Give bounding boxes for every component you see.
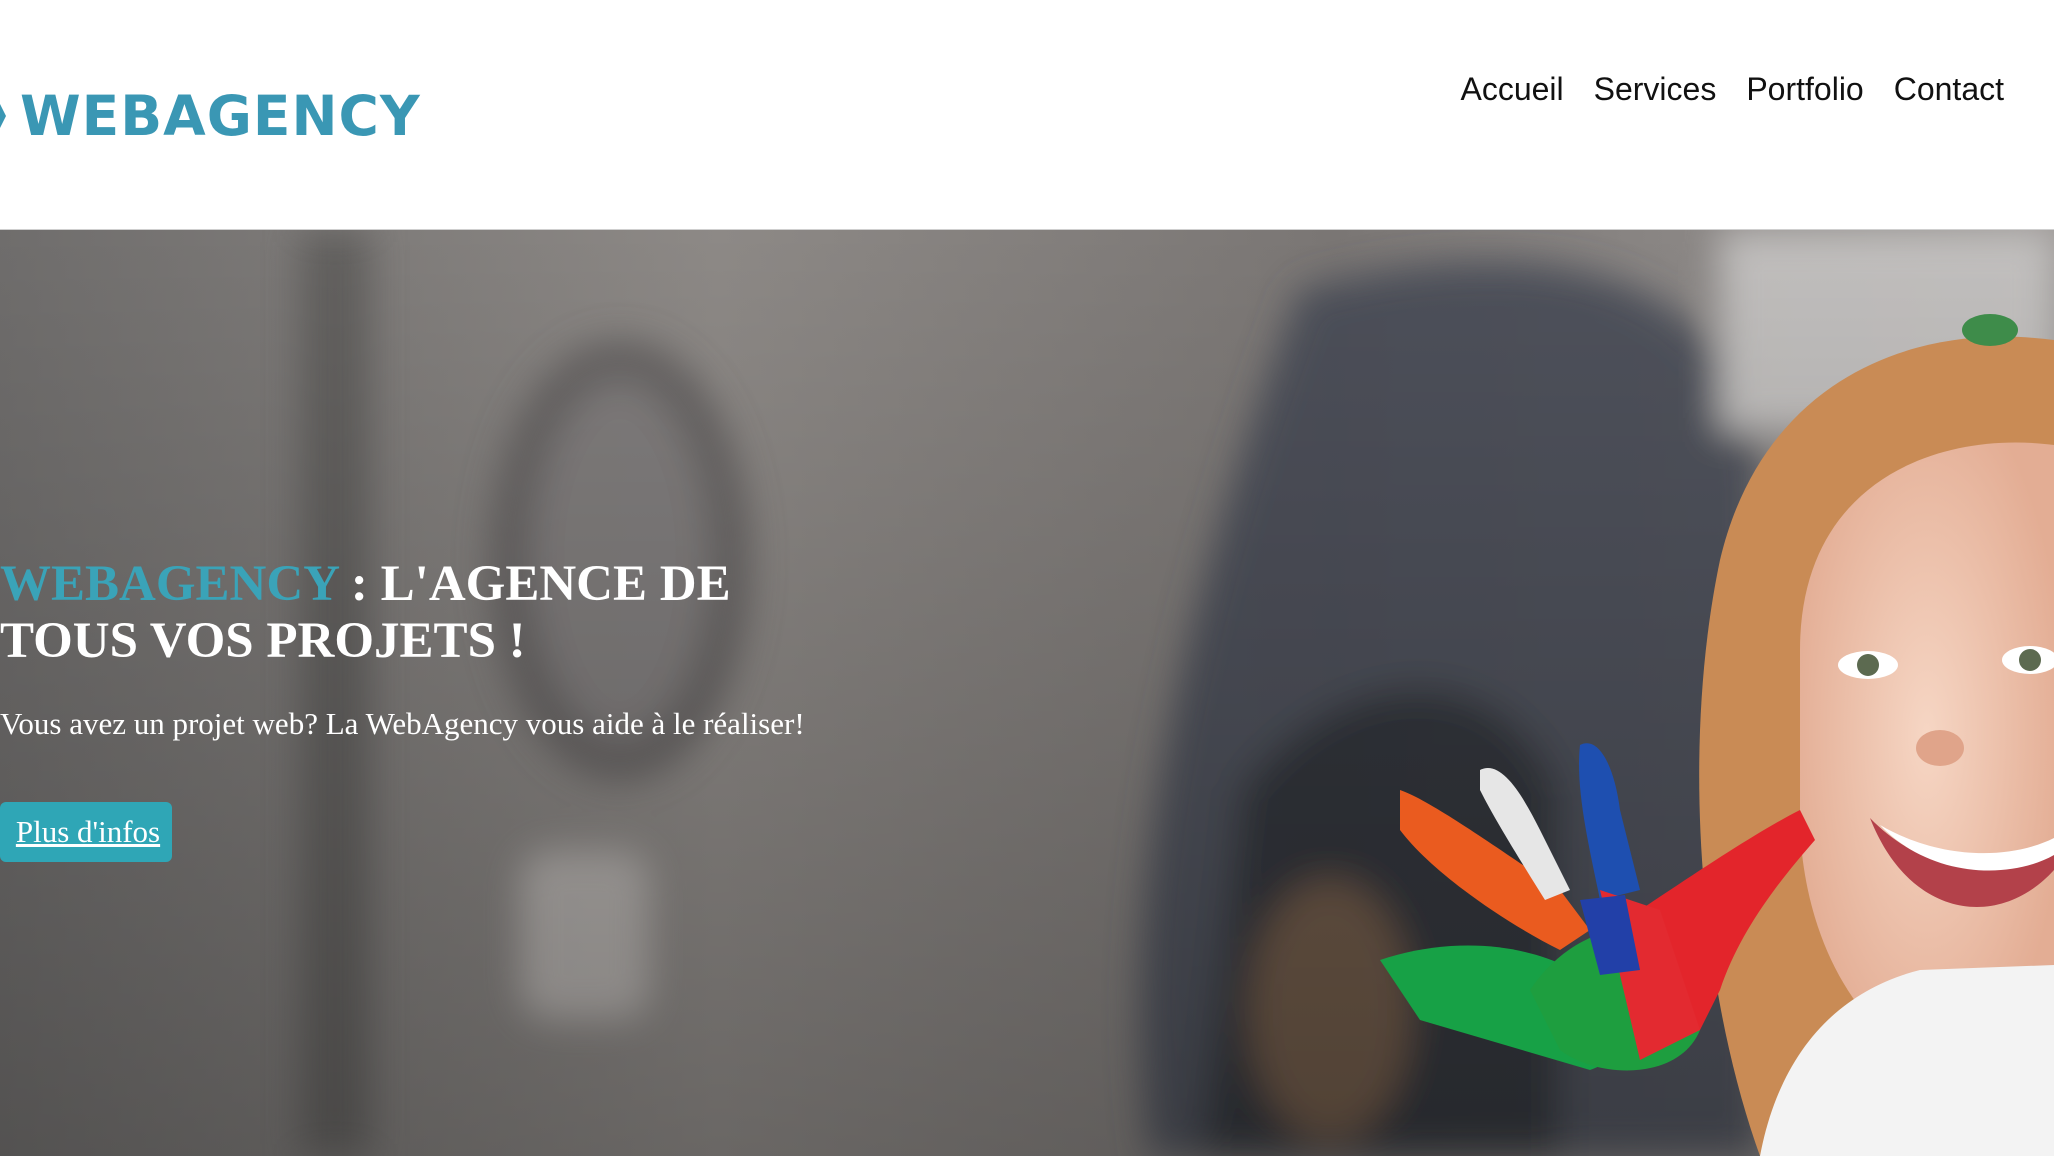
main-nav: Accueil Services Portfolio Contact <box>1460 66 2004 112</box>
hero-title-brand: WEBAGENCY <box>0 556 339 612</box>
more-info-button[interactable]: Plus d'infos <box>0 802 172 862</box>
logo-text: WEBAGENCY <box>20 83 421 148</box>
hero-subtitle: Vous avez un projet web? La WebAgency vo… <box>0 706 805 741</box>
site-header: WEBAGENCY Accueil Services Portfolio Con… <box>0 0 2054 230</box>
nav-link-portfolio[interactable]: Portfolio <box>1746 66 1863 112</box>
hero-section: WEBAGENCY : L'AGENCE DE TOUS VOS PROJETS… <box>0 230 2054 1156</box>
nav-link-services[interactable]: Services <box>1594 66 1717 112</box>
nav-link-contact[interactable]: Contact <box>1894 66 2004 112</box>
logo[interactable]: WEBAGENCY <box>0 82 421 150</box>
nav-link-accueil[interactable]: Accueil <box>1460 66 1563 112</box>
logo-mark-icon <box>0 104 6 128</box>
hero-background-image <box>0 230 2054 1156</box>
hero-title: WEBAGENCY : L'AGENCE DE TOUS VOS PROJETS… <box>0 556 870 670</box>
